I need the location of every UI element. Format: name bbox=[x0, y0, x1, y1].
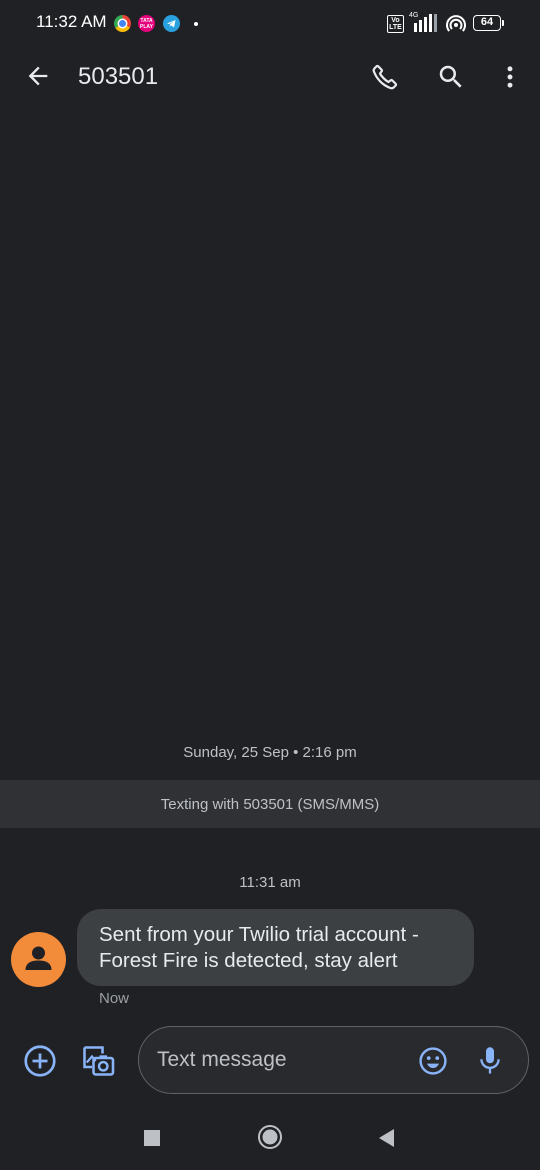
battery-icon: 64 bbox=[473, 15, 504, 31]
voice-input-button[interactable] bbox=[473, 1041, 507, 1081]
chrome-icon bbox=[114, 15, 131, 32]
messages-screen: 11:32 AM TATA PLAY Vo LTE 4G 64 503501 S… bbox=[0, 0, 540, 1170]
system-back-button[interactable] bbox=[368, 1120, 404, 1156]
more-options-button[interactable] bbox=[490, 56, 530, 98]
back-button[interactable] bbox=[18, 56, 58, 96]
message-bubble[interactable]: Sent from your Twilio trial account - Fo… bbox=[77, 909, 474, 986]
signal-icon bbox=[414, 14, 437, 32]
status-time: 11:32 AM bbox=[36, 12, 107, 31]
status-bar: 11:32 AM TATA PLAY Vo LTE 4G 64 bbox=[0, 0, 540, 48]
emoji-icon bbox=[419, 1047, 447, 1075]
gallery-camera-icon bbox=[83, 1046, 115, 1076]
phone-icon bbox=[372, 64, 398, 90]
message-text-line: Sent from your Twilio trial account - bbox=[99, 923, 419, 946]
add-attachment-button[interactable] bbox=[20, 1041, 60, 1081]
search-button[interactable] bbox=[430, 56, 472, 98]
home-circle-icon bbox=[258, 1125, 282, 1149]
conversation-title: 503501 bbox=[78, 63, 159, 90]
volte-icon: Vo LTE bbox=[387, 15, 404, 33]
compose-field[interactable] bbox=[138, 1026, 529, 1094]
sender-avatar[interactable] bbox=[11, 932, 66, 987]
more-vert-icon bbox=[507, 66, 513, 88]
back-triangle-icon bbox=[379, 1129, 394, 1147]
message-status: Now bbox=[99, 990, 130, 1007]
mic-icon bbox=[480, 1047, 500, 1074]
hotspot-icon bbox=[446, 15, 466, 32]
texting-banner-label: Texting with 503501 (SMS/MMS) bbox=[160, 795, 380, 813]
recents-square-icon bbox=[144, 1130, 160, 1146]
gallery-button[interactable] bbox=[77, 1040, 119, 1082]
message-timestamp: 11:31 am bbox=[239, 874, 301, 891]
home-button[interactable] bbox=[252, 1119, 288, 1155]
telegram-icon bbox=[163, 15, 180, 32]
emoji-button[interactable] bbox=[415, 1043, 451, 1079]
app-bar: 503501 bbox=[0, 48, 540, 108]
add-circle-icon bbox=[24, 1045, 56, 1077]
arrow-back-icon bbox=[28, 66, 48, 86]
search-icon bbox=[439, 65, 462, 88]
notification-dot bbox=[194, 22, 198, 26]
person-icon bbox=[25, 946, 52, 970]
system-nav-bar bbox=[0, 1110, 540, 1170]
tata-play-icon: TATA PLAY bbox=[138, 15, 155, 32]
message-text-line: Forest Fire is detected, stay alert bbox=[99, 949, 398, 972]
message-input[interactable] bbox=[157, 1043, 407, 1077]
texting-banner: Texting with 503501 (SMS/MMS) bbox=[0, 780, 540, 828]
call-button[interactable] bbox=[364, 56, 406, 98]
date-divider: Sunday, 25 Sep • 2:16 pm bbox=[183, 744, 357, 761]
recents-button[interactable] bbox=[134, 1120, 170, 1156]
